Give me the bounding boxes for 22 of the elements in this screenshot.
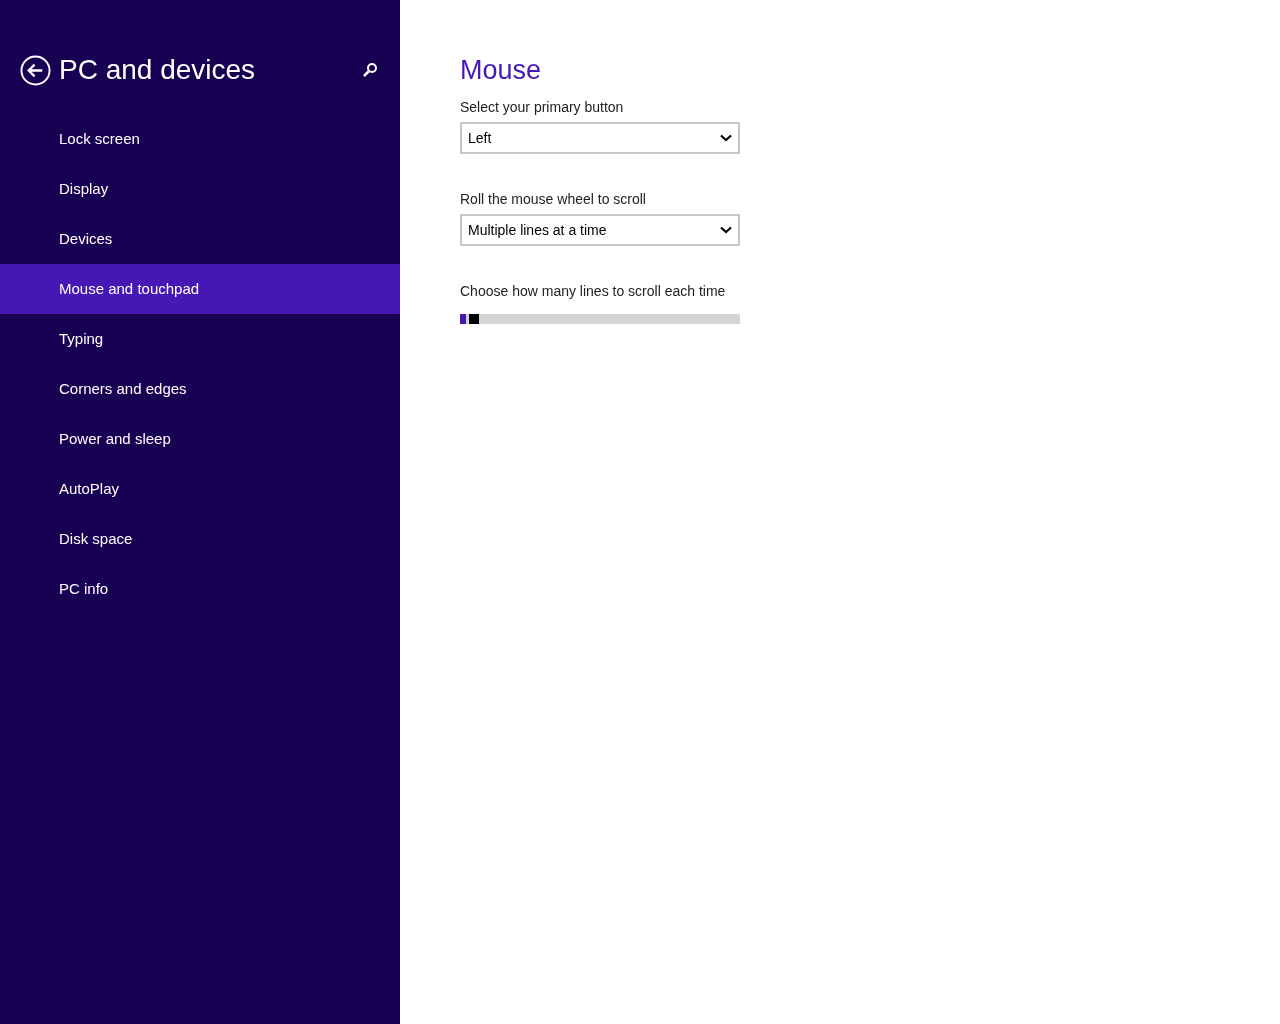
nav-item[interactable]: Power and sleep bbox=[0, 414, 400, 464]
setting-label: Choose how many lines to scroll each time bbox=[460, 282, 726, 300]
chevron-down-icon bbox=[720, 226, 732, 234]
setting-label: Roll the mouse wheel to scroll bbox=[460, 190, 646, 208]
dropdown[interactable]: Left bbox=[460, 122, 740, 154]
dropdown[interactable]: Multiple lines at a time bbox=[460, 214, 740, 246]
nav-item[interactable]: AutoPlay bbox=[0, 464, 400, 514]
setting-label: Select your primary button bbox=[460, 98, 624, 116]
page-heading: Mouse bbox=[460, 54, 542, 86]
nav-item[interactable]: Corners and edges bbox=[0, 364, 400, 414]
chevron-down-icon bbox=[720, 134, 732, 142]
nav-item[interactable]: Lock screen bbox=[0, 114, 400, 164]
slider[interactable] bbox=[460, 314, 740, 324]
nav-item[interactable]: Mouse and touchpad bbox=[0, 264, 400, 314]
slider-thumb[interactable] bbox=[469, 314, 480, 324]
nav-item[interactable]: Typing bbox=[0, 314, 400, 364]
nav-item[interactable]: PC info bbox=[0, 564, 400, 614]
nav-item[interactable]: Devices bbox=[0, 214, 400, 264]
nav-item[interactable]: Display bbox=[0, 164, 400, 214]
nav-item[interactable]: Disk space bbox=[0, 514, 400, 564]
sidebar-title: PC and devices bbox=[59, 54, 256, 86]
search-icon[interactable] bbox=[362, 62, 378, 78]
